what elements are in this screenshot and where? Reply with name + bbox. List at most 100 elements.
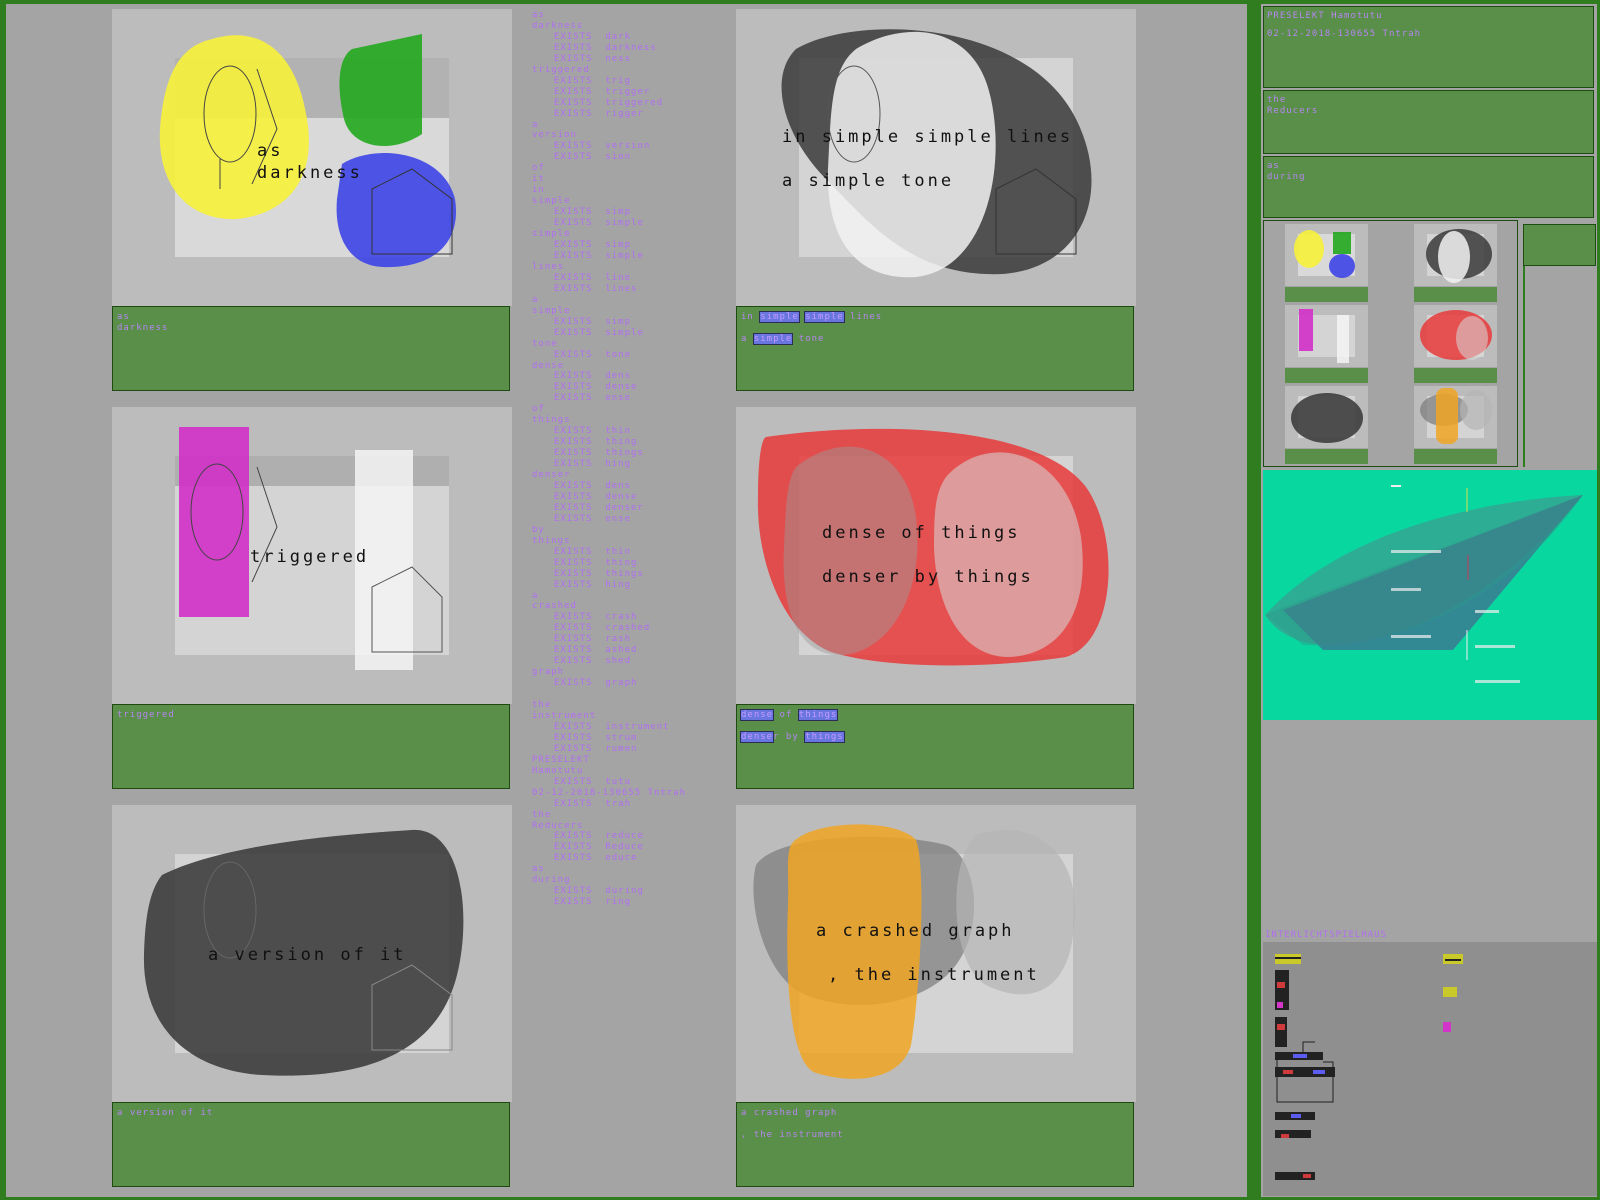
word-match-entry: EXISTS Reduce bbox=[554, 842, 644, 853]
thumbnail-crashed-graph[interactable] bbox=[1414, 386, 1497, 465]
panel-canvas[interactable]: as darkness bbox=[112, 9, 512, 306]
word-match-entry: EXISTS thin bbox=[554, 546, 632, 557]
highlighted-token: simple bbox=[759, 311, 800, 323]
graph-visualization[interactable] bbox=[1263, 470, 1597, 720]
word-entry: tone bbox=[532, 338, 558, 349]
word-match-entry: EXISTS trah bbox=[554, 798, 632, 809]
preselekt-timestamp: 02-12-2018-130655 Tntrah bbox=[1267, 29, 1422, 39]
word-match-entry: EXISTS simp bbox=[554, 316, 632, 327]
word-match-entry: EXISTS darkness bbox=[554, 42, 657, 53]
word-entry: dense bbox=[532, 360, 565, 371]
word-match-entry: EXISTS crashed bbox=[554, 623, 651, 634]
graph-drawing bbox=[1265, 485, 1583, 683]
caption-line: denser by things bbox=[739, 731, 1129, 743]
word-entry: lines bbox=[532, 261, 565, 272]
word-entry: in bbox=[532, 185, 545, 196]
canvas-text-line-1: a version of it bbox=[208, 945, 407, 965]
panel-caption[interactable]: triggered bbox=[112, 704, 510, 789]
reducers-box[interactable]: the Reducers bbox=[1263, 90, 1594, 154]
caption-line: dense of things bbox=[739, 709, 1129, 721]
panel-caption[interactable]: a crashed graph , the instrument bbox=[736, 1102, 1134, 1187]
thumbnail-as-darkness[interactable] bbox=[1285, 224, 1368, 303]
panel-canvas[interactable]: dense of things denser by things bbox=[736, 407, 1136, 704]
thumbnail-dense-of-things[interactable] bbox=[1414, 305, 1497, 384]
caption-token: a bbox=[741, 334, 754, 344]
preselekt-header-box[interactable]: PRESELEKT Hamotutu 02-12-2018-130655 Tnt… bbox=[1263, 6, 1594, 88]
word-match-entry: EXISTS denser bbox=[554, 502, 644, 513]
panel-caption[interactable]: as darkness bbox=[112, 306, 510, 391]
canvas-text-line-2: denser by things bbox=[822, 567, 1034, 587]
word-entry: as bbox=[532, 10, 545, 20]
panel-canvas[interactable]: a version of it bbox=[112, 805, 512, 1102]
canvas-drawing bbox=[159, 34, 457, 268]
panel-canvas[interactable]: a crashed graph , the instrument bbox=[736, 805, 1136, 1102]
word-match-entry: EXISTS sion bbox=[554, 152, 632, 163]
word-entry: by bbox=[532, 524, 545, 535]
thumbnail-a-version-of-it[interactable] bbox=[1285, 386, 1368, 465]
word-entry: a bbox=[532, 590, 539, 601]
interlichtspielhaus-panel[interactable] bbox=[1263, 942, 1597, 1196]
word-match-entry: EXISTS reduce bbox=[554, 831, 644, 842]
panel-dense-of-things[interactable]: dense of things denser by things dense o… bbox=[736, 407, 1136, 789]
panel-triggered[interactable]: triggered triggered bbox=[112, 407, 512, 789]
word-match-entry: EXISTS simple bbox=[554, 250, 644, 261]
panel-a-version-of-it[interactable]: a version of it a version of it bbox=[112, 805, 512, 1187]
thumbnail-simple-lines[interactable] bbox=[1414, 224, 1497, 303]
word-match-entry: EXISTS hing bbox=[554, 579, 632, 590]
word-match-entry: EXISTS during bbox=[554, 886, 644, 897]
word-entry: a bbox=[532, 119, 539, 130]
side-strip-panel bbox=[1523, 266, 1596, 467]
thumbnail-grid bbox=[1263, 220, 1518, 467]
caption-token: lines bbox=[843, 312, 883, 322]
word-entry: simple bbox=[532, 305, 571, 316]
word-entry: graph bbox=[532, 667, 565, 678]
word-match-entry: EXISTS ense bbox=[554, 513, 632, 524]
word-entry: Reducers bbox=[532, 820, 584, 831]
word-entry: simple bbox=[532, 229, 571, 240]
word-analysis-list: as darkness EXISTS dark EXISTS darkness EXIS… bbox=[532, 10, 732, 908]
caption-token: of bbox=[773, 710, 799, 720]
canvas-drawing bbox=[757, 428, 1109, 666]
highlighted-token: dense bbox=[739, 709, 775, 721]
word-match-entry: EXISTS crash bbox=[554, 612, 638, 623]
word-entry: the bbox=[532, 809, 552, 820]
word-match-entry: EXISTS tutu bbox=[554, 776, 632, 787]
highlighted-token: things bbox=[804, 731, 845, 743]
word-match-entry: EXISTS dark bbox=[554, 31, 632, 42]
canvas-text-line-2: , the instrument bbox=[828, 965, 1040, 985]
during-box[interactable]: as during bbox=[1263, 156, 1594, 218]
panel-canvas[interactable]: triggered bbox=[112, 407, 512, 704]
word-match-entry: EXISTS thing bbox=[554, 557, 638, 568]
word-match-entry: EXISTS ense bbox=[554, 393, 632, 404]
panel-caption[interactable]: a version of it bbox=[112, 1102, 510, 1187]
panel-as-darkness[interactable]: as darkness as darkness bbox=[112, 9, 512, 391]
reducers-line-1: the bbox=[1267, 95, 1287, 105]
word-match-entry: EXISTS rash bbox=[554, 634, 632, 645]
canvas-text-line-1: as bbox=[257, 141, 284, 161]
word-entry bbox=[532, 689, 732, 700]
word-match-entry: EXISTS educe bbox=[554, 853, 638, 864]
word-entry: triggered bbox=[532, 64, 590, 75]
word-entry: instrument bbox=[532, 711, 597, 721]
word-match-entry: EXISTS tone bbox=[554, 349, 632, 360]
word-match-entry: EXISTS version bbox=[554, 141, 651, 152]
side-strip-box[interactable] bbox=[1523, 224, 1596, 266]
word-match-entry: EXISTS thin bbox=[554, 426, 632, 437]
word-match-entry: EXISTS line bbox=[554, 272, 632, 283]
main-board: as darkness as darkness in simple simple… bbox=[6, 4, 1247, 1197]
word-match-entry: EXISTS strum bbox=[554, 732, 638, 743]
word-entry: things bbox=[532, 415, 571, 426]
word-match-entry: EXISTS simple bbox=[554, 218, 644, 229]
word-entry: of bbox=[532, 404, 545, 415]
panel-simple-lines[interactable]: in simple simple lines a simple tone in … bbox=[736, 9, 1136, 391]
word-match-entry: EXISTS instrument bbox=[554, 721, 670, 732]
interlichtspielhaus-label: INTERLICHTSPIELHAUS bbox=[1265, 930, 1387, 940]
panel-caption[interactable]: in simple simple lines a simple tone bbox=[736, 306, 1134, 391]
word-entry: during bbox=[532, 875, 571, 886]
panel-caption[interactable]: dense of things denser by things bbox=[736, 704, 1134, 789]
panel-crashed-graph[interactable]: a crashed graph , the instrument a crash… bbox=[736, 805, 1136, 1187]
word-match-entry: EXISTS triggered bbox=[554, 97, 664, 108]
panel-canvas[interactable]: in simple simple lines a simple tone bbox=[736, 9, 1136, 306]
thumbnail-triggered[interactable] bbox=[1285, 305, 1368, 384]
word-entry: of bbox=[532, 163, 545, 174]
